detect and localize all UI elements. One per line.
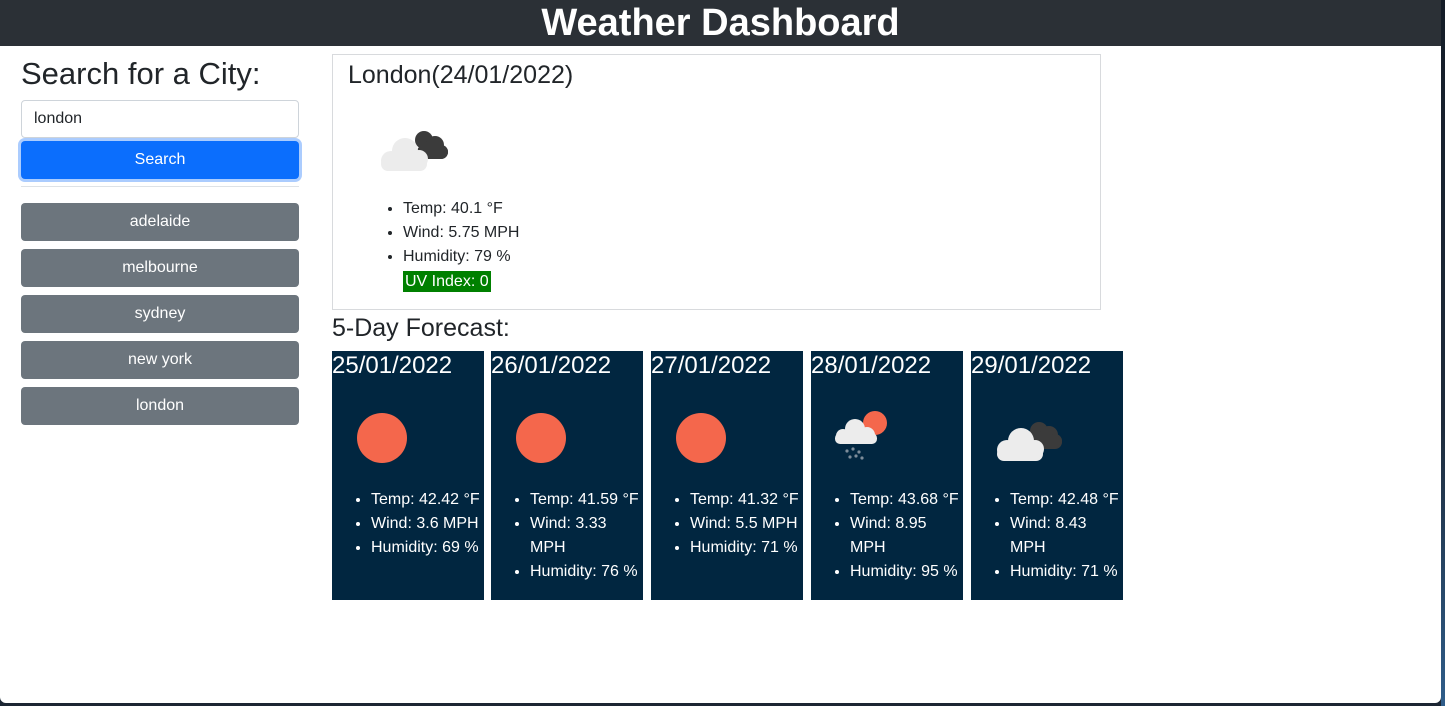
forecast-date: 27/01/2022	[651, 352, 772, 379]
clear-sky-icon	[511, 409, 591, 469]
forecast-card: 29/01/2022 • Temp: 42.48 °F • Wind: 8.43…	[971, 351, 1123, 600]
forecast-wind: Wind: 3.33 MPH	[530, 512, 642, 560]
forecast-wind: Wind: 5.5 MPH	[690, 512, 802, 536]
forecast-temp: Temp: 41.59 °F	[530, 488, 642, 512]
forecast-details: Temp: 41.59 °F Wind: 3.33 MPH Humidity: …	[491, 488, 643, 584]
forecast-date: 28/01/2022	[811, 352, 932, 379]
history-button-sydney[interactable]: sydney	[21, 295, 299, 333]
current-city-title: London(24/01/2022)	[348, 61, 574, 89]
forecast-details: Temp: 43.68 °F Wind: 8.95 MPH Humidity: …	[811, 488, 963, 584]
current-humidity: Humidity: 79 %	[403, 245, 519, 269]
clear-sky-icon	[352, 409, 432, 469]
city-search-input[interactable]	[21, 100, 299, 138]
forecast-card: 26/01/2022 Temp: 41.59 °F Wind: 3.33 MPH…	[491, 351, 643, 600]
page-title: Weather Dashboard	[0, 0, 1441, 46]
forecast-humidity: Humidity: 71 %	[1010, 560, 1122, 584]
forecast-title: 5-Day Forecast:	[332, 314, 510, 342]
clear-sky-icon	[671, 409, 751, 469]
app-window: Weather Dashboard Search for a City: Sea…	[0, 0, 1441, 703]
search-history-list: adelaide melbourne sydney new york londo…	[21, 203, 299, 425]
forecast-date: 29/01/2022	[971, 352, 1092, 379]
current-weather-details: Temp: 40.1 °F Wind: 5.75 MPH Humidity: 7…	[370, 197, 519, 269]
forecast-card: 25/01/2022 Temp: 42.42 °F Wind: 3.6 MPH …	[332, 351, 484, 600]
forecast-date: 25/01/2022	[332, 352, 453, 379]
search-button[interactable]: Search	[21, 141, 299, 179]
search-heading: Search for a City:	[21, 56, 261, 91]
forecast-temp: Temp: 43.68 °F	[850, 488, 962, 512]
broken-clouds-icon	[377, 123, 453, 173]
history-button-new-york[interactable]: new york	[21, 341, 299, 379]
forecast-details: Temp: 41.32 °F Wind: 5.5 MPH Humidity: 7…	[651, 488, 803, 560]
forecast-temp: Temp: 41.32 °F	[690, 488, 802, 512]
forecast-humidity: Humidity: 71 %	[690, 536, 802, 560]
forecast-wind: Wind: 3.6 MPH	[371, 512, 483, 536]
current-temp: Temp: 40.1 °F	[403, 197, 519, 221]
history-button-adelaide[interactable]: adelaide	[21, 203, 299, 241]
forecast-card: 28/01/2022 Temp: 43.	[811, 351, 963, 600]
current-weather-panel: London(24/01/2022) Temp: 40.1 °F Wi	[332, 54, 1101, 310]
forecast-humidity: Humidity: 69 %	[371, 536, 483, 560]
rain-icon	[831, 409, 911, 469]
forecast-details: Temp: 42.48 °F Wind: 8.43 MPH Humidity: …	[971, 488, 1123, 584]
history-button-melbourne[interactable]: melbourne	[21, 249, 299, 287]
divider	[21, 186, 299, 187]
forecast-humidity: Humidity: 95 %	[850, 560, 962, 584]
forecast-humidity: Humidity: 76 %	[530, 560, 642, 584]
search-sidebar: Search for a City: Search adelaide melbo…	[21, 56, 299, 433]
forecast-details: Temp: 42.42 °F Wind: 3.6 MPH Humidity: 6…	[332, 488, 484, 560]
history-button-london[interactable]: london	[21, 387, 299, 425]
uv-index-badge: UV Index: 0	[403, 271, 491, 292]
forecast-temp: Temp: 42.42 °F	[371, 488, 483, 512]
desktop-background	[1441, 0, 1445, 706]
forecast-date: 26/01/2022	[491, 352, 612, 379]
forecast-wind: Wind: 8.43 MPH	[1010, 512, 1122, 560]
forecast-temp: Temp: 42.48 °F	[1010, 488, 1122, 512]
current-wind: Wind: 5.75 MPH	[403, 221, 519, 245]
forecast-wind: Wind: 8.95 MPH	[850, 512, 962, 560]
forecast-card: 27/01/2022 Temp: 41.32 °F Wind: 5.5 MPH …	[651, 351, 803, 600]
broken-clouds-icon	[991, 409, 1071, 469]
